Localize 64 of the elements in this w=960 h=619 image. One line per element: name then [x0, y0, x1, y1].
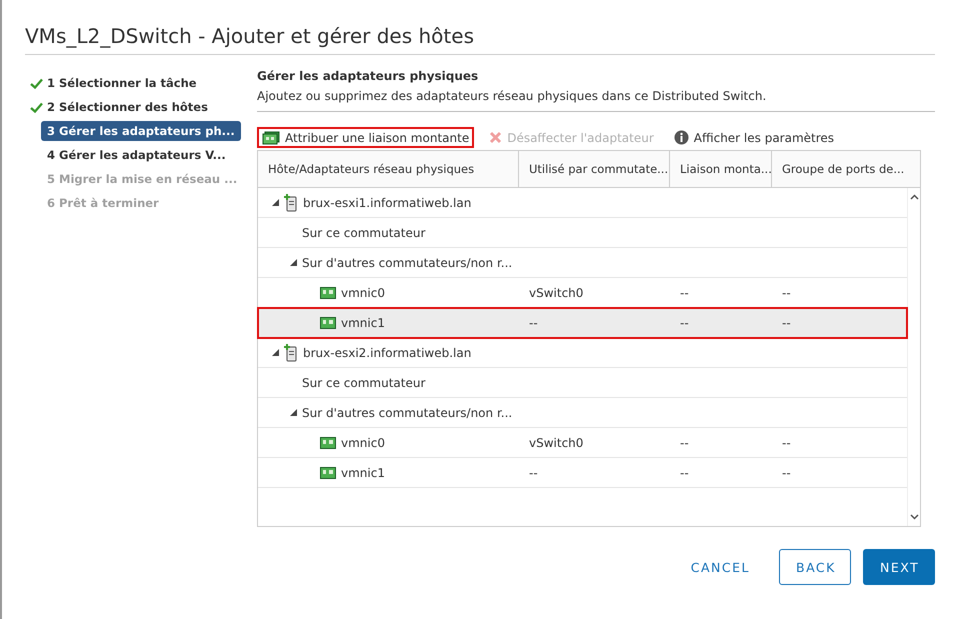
server-icon	[284, 194, 298, 212]
row-label: brux-esxi1.informatiweb.lan	[303, 196, 472, 210]
check-icon	[30, 78, 42, 88]
check-icon	[30, 102, 42, 112]
section-description: Ajoutez ou supprimez des adaptateurs réseau physiques dans ce Distributed Switch.	[257, 89, 935, 112]
close-icon	[489, 131, 502, 144]
dialog-button[interactable]: CANCEL	[674, 549, 767, 585]
row-label: Sur ce commutateur	[302, 376, 426, 390]
expand-arrow-icon[interactable]	[290, 409, 297, 416]
row-label: Sur d'autres commutateurs/non r...	[302, 406, 512, 420]
table-cell: --	[782, 286, 791, 300]
table-row[interactable]: Sur ce commutateur	[258, 218, 907, 248]
expand-arrow-icon[interactable]	[290, 259, 297, 266]
toolbar-button[interactable]: Afficher les paramètres	[668, 127, 840, 148]
table-cell: --	[782, 466, 791, 480]
server-icon	[284, 344, 298, 362]
window-title: VMs_L2_DSwitch - Ajouter et gérer des hôtes	[25, 24, 935, 55]
table-row[interactable]: vmnic1 -- -- --	[258, 458, 907, 488]
table-cell: vSwitch0	[529, 436, 584, 450]
table-cell: --	[782, 316, 791, 330]
scrollbar[interactable]	[907, 188, 920, 526]
wizard-step[interactable]: 2 Sélectionner des hôtes	[25, 95, 237, 119]
column-header[interactable]: Utilisé par commutate...	[519, 151, 670, 187]
row-label: vmnic0	[341, 436, 385, 450]
table-cell: --	[782, 436, 791, 450]
column-header[interactable]: Liaison monta...	[670, 151, 772, 187]
table-cell: --	[680, 436, 689, 450]
table-row[interactable]: Sur d'autres commutateurs/non r...	[258, 248, 907, 278]
table-cell: --	[529, 316, 538, 330]
table-row[interactable]: brux-esxi1.informatiweb.lan	[258, 188, 907, 218]
network-card-icon	[320, 436, 336, 448]
row-label: Sur ce commutateur	[302, 226, 426, 240]
column-header[interactable]: Groupe de ports de...	[772, 151, 920, 187]
toolbar-button[interactable]: Attribuer une liaison montante	[257, 127, 474, 148]
wizard-step[interactable]: 1 Sélectionner la tâche	[25, 71, 237, 95]
row-label: brux-esxi2.informatiweb.lan	[303, 346, 472, 360]
table-row[interactable]: Sur ce commutateur	[258, 368, 907, 398]
row-label: vmnic0	[341, 286, 385, 300]
table-row[interactable]: vmnic0 vSwitch0 -- --	[258, 428, 907, 458]
table-row[interactable]: vmnic1 -- -- --	[258, 308, 907, 338]
wizard-step[interactable]: 4 Gérer les adaptateurs V...	[25, 143, 237, 167]
network-card-icon	[320, 316, 336, 328]
expand-arrow-icon[interactable]	[272, 349, 279, 356]
scroll-up-icon[interactable]	[910, 194, 918, 200]
table-cell: --	[680, 466, 689, 480]
scroll-down-icon[interactable]	[910, 514, 918, 520]
network-card-icon	[262, 130, 280, 144]
network-card-icon	[320, 466, 336, 478]
table-cell: vSwitch0	[529, 286, 584, 300]
table-row[interactable]: brux-esxi2.informatiweb.lan	[258, 338, 907, 368]
row-label: vmnic1	[341, 316, 385, 330]
table-cell: --	[680, 316, 689, 330]
info-icon	[674, 130, 689, 145]
dialog-button[interactable]: NEXT	[863, 549, 935, 585]
table-cell: --	[680, 286, 689, 300]
column-header[interactable]: Hôte/Adaptateurs réseau physiques	[258, 151, 519, 187]
table-cell: --	[529, 466, 538, 480]
row-label: vmnic1	[341, 466, 385, 480]
table-row[interactable]: Sur d'autres commutateurs/non r...	[258, 398, 907, 428]
section-title: Gérer les adaptateurs physiques	[257, 69, 480, 83]
dialog-button[interactable]: BACK	[779, 549, 851, 585]
network-card-icon	[320, 286, 336, 298]
expand-arrow-icon[interactable]	[272, 199, 279, 206]
row-label: Sur d'autres commutateurs/non r...	[302, 256, 512, 270]
